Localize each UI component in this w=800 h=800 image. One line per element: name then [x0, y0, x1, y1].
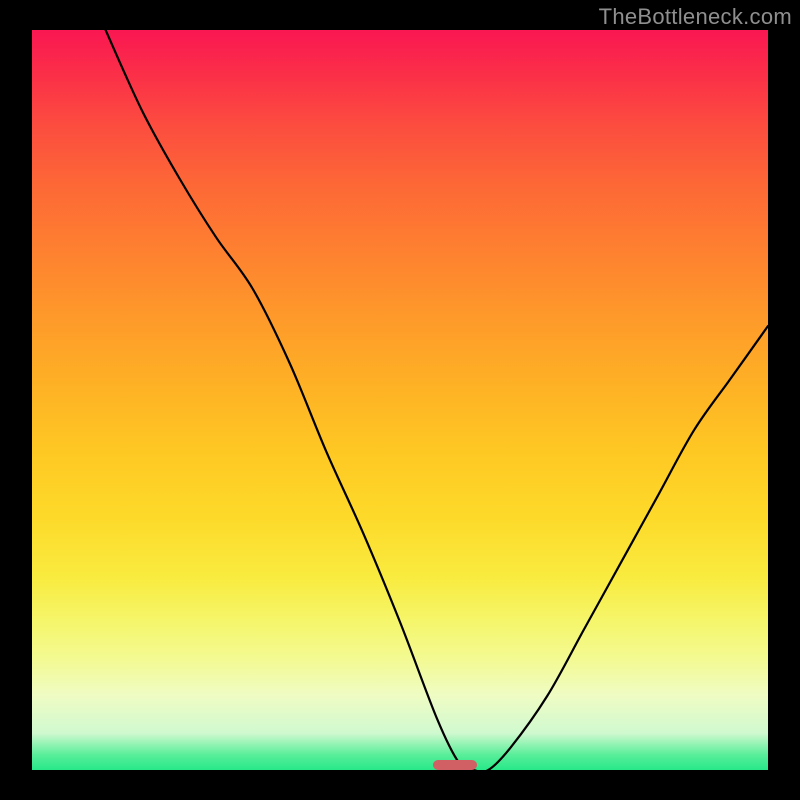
watermark-text: TheBottleneck.com: [599, 4, 792, 30]
bottleneck-curve-path: [106, 30, 768, 770]
optimal-marker: [433, 760, 477, 770]
chart-frame: TheBottleneck.com: [0, 0, 800, 800]
plot-area: [32, 30, 768, 770]
curve-svg: [32, 30, 768, 770]
